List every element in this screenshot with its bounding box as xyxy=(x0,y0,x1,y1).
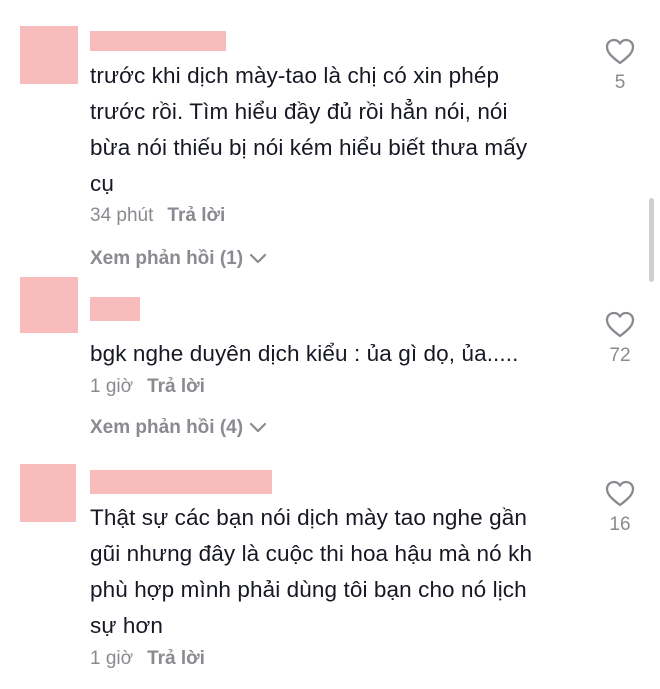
reply-button[interactable]: Trả lời xyxy=(167,205,225,227)
like-count: 16 xyxy=(609,514,631,535)
comment-time: 1 giờ xyxy=(90,376,134,397)
comment-text: bgk nghe duyên dịch kiểu : ủa gì dọ, ủa.… xyxy=(90,341,519,366)
reply-button[interactable]: Trả lời xyxy=(147,376,205,398)
like-button[interactable]: 5 xyxy=(595,38,645,94)
avatar[interactable] xyxy=(20,26,78,84)
like-button[interactable]: 72 xyxy=(595,311,645,367)
like-count: 5 xyxy=(614,72,626,93)
avatar[interactable] xyxy=(20,464,76,522)
username-redacted[interactable] xyxy=(90,470,272,494)
chevron-down-icon xyxy=(249,422,267,433)
like-button[interactable]: 16 xyxy=(595,480,645,536)
heart-outline-icon xyxy=(605,38,635,65)
comment-text: trước khi dịch mày-tao là chị có xin phé… xyxy=(90,63,528,196)
avatar[interactable] xyxy=(20,277,78,333)
username-redacted[interactable] xyxy=(90,31,226,51)
view-replies-button[interactable]: Xem phản hồi (1) xyxy=(90,248,267,270)
view-replies-label: Xem phản hồi (1) xyxy=(90,248,244,269)
heart-outline-icon xyxy=(605,480,635,507)
username-redacted[interactable] xyxy=(90,297,140,321)
comment-time: 1 giờ xyxy=(90,648,134,669)
view-replies-label: Xem phản hồi (4) xyxy=(90,417,244,438)
heart-outline-icon xyxy=(605,311,635,338)
comment-time: 34 phút xyxy=(90,205,154,226)
comment-meta: 1 giờ Trả lời xyxy=(90,648,205,670)
comment-meta: 34 phút Trả lời xyxy=(90,205,225,227)
like-count: 72 xyxy=(609,345,631,366)
view-replies-button[interactable]: Xem phản hồi (4) xyxy=(90,417,267,439)
comment-text: Thật sự các bạn nói dịch mày tao nghe gầ… xyxy=(90,505,533,638)
chevron-down-icon xyxy=(249,253,267,264)
reply-button[interactable]: Trả lời xyxy=(147,648,205,670)
comment-meta: 1 giờ Trả lời xyxy=(90,376,205,398)
scrollbar-thumb[interactable] xyxy=(649,198,654,282)
